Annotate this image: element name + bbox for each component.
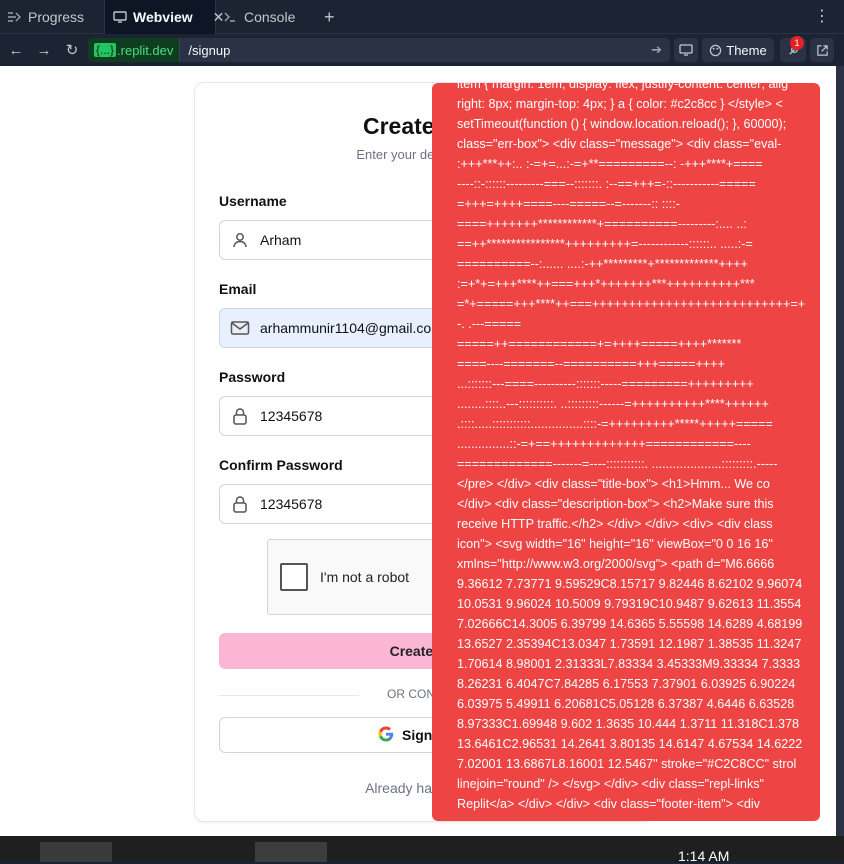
tab-webview[interactable]: Webview ✕: [104, 0, 224, 34]
user-icon: [220, 231, 260, 249]
username-value: Arham: [260, 232, 302, 248]
dev-host-chip[interactable]: {...} .replit.dev: [88, 38, 181, 62]
error-overlay: item { margin: 1em; display: flex; justi…: [432, 83, 820, 821]
error-line: ...............::-=+==+++++++++++++=====…: [457, 437, 751, 451]
error-line: ----::-::::::---------===--:::::::. :--=…: [457, 177, 756, 191]
error-line: ........::::..---::::::::::. ..:::::::::…: [457, 397, 769, 411]
tab-console-label: Console: [244, 9, 296, 25]
error-line: Replit</a> </div> </div> <div class="foo…: [457, 797, 760, 811]
error-line: ====+++++++************+==========------…: [457, 217, 747, 231]
palette-icon: [710, 44, 722, 56]
monitor-icon: [113, 9, 127, 25]
error-line: -. .---=====: [457, 317, 522, 331]
error-line: =+++=++++====----=====--=-------:: ::::-: [457, 197, 680, 211]
error-line: .::::.....:::::::::::...............::::…: [457, 417, 773, 431]
scrollbar[interactable]: [836, 66, 844, 836]
theme-button[interactable]: Theme: [702, 38, 774, 62]
open-new-window-button[interactable]: [810, 38, 834, 62]
error-line: 7.02001 13.6867L8.16001 12.5467" stroke=…: [457, 757, 797, 771]
add-tab-button[interactable]: +: [324, 7, 335, 28]
error-line: :+++***++:.. :-=+=...:-=+**=========--: …: [457, 157, 763, 171]
error-line: =====++============+=++++=====++++******…: [457, 337, 742, 351]
workspace-tab-bar: Progress Webview ✕ Console + ⋮: [0, 0, 844, 34]
error-line: 8.26231 6.4047C7.84285 6.17553 7.37901 6…: [457, 677, 796, 691]
error-line: 7.02666C14.3005 6.39799 14.6365 5.55598 …: [457, 617, 803, 631]
error-line: 13.6527 2.35394C13.0347 1.73591 12.1987 …: [457, 637, 802, 651]
notification-badge: 1: [790, 36, 804, 50]
error-line: =============-------=----:::::::::::. ..…: [457, 457, 778, 471]
error-line: linejoin="round" /> </svg> </div> <div c…: [457, 777, 765, 791]
tab-webview-label: Webview: [133, 9, 193, 25]
host-label: .replit.dev: [117, 42, 174, 58]
url-path-input[interactable]: /signup: [180, 43, 651, 58]
error-line: ====----=======--==========+++=====++++: [457, 357, 725, 371]
url-bar[interactable]: {...} .replit.dev /signup ➔: [88, 38, 670, 62]
password-value: 12345678: [260, 408, 323, 424]
go-arrow-icon[interactable]: ➔: [651, 42, 670, 58]
error-line: =*+=====+++****++===++++++++++++++++++++…: [457, 297, 806, 311]
error-line: icon"> <svg width="16" height="16" viewB…: [457, 537, 773, 551]
error-line: ==========--:...... ....:-++*********+**…: [457, 257, 748, 271]
recaptcha-label: I'm not a robot: [320, 569, 410, 585]
forward-icon[interactable]: →: [34, 40, 54, 60]
lock-icon: [220, 495, 260, 513]
error-line: 9.36612 7.73771 9.59529C8.15717 9.82446 …: [457, 577, 803, 591]
taskbar-chrome-icon[interactable]: [255, 842, 327, 862]
error-line: right: 8px; margin-top: 4px; } a { color…: [457, 97, 783, 111]
username-label: Username: [219, 193, 287, 209]
os-taskbar: 1:14 AM: [0, 836, 844, 864]
google-icon: [378, 726, 394, 745]
error-line: 13.6461C2.96531 14.2641 3.80135 14.6147 …: [457, 737, 803, 751]
confirm-password-value: 12345678: [260, 496, 323, 512]
webview-viewport: Create an a Enter your details to cre Us…: [0, 66, 836, 836]
error-line: 8.97333C1.69948 9.602 1.3635 10.444 1.37…: [457, 717, 799, 731]
error-line: item { margin: 1em; display: flex; justi…: [457, 83, 789, 91]
confirm-password-label: Confirm Password: [219, 457, 343, 473]
error-line: 10.0531 9.96024 10.5009 9.79319C10.9487 …: [457, 597, 802, 611]
screen-icon: [679, 44, 693, 56]
progress-icon: [6, 9, 22, 25]
error-source-text: item { margin: 1em; display: flex; justi…: [457, 83, 820, 814]
tab-progress-label: Progress: [28, 9, 85, 25]
mail-icon: [220, 320, 260, 336]
theme-label: Theme: [726, 42, 767, 58]
error-line: receive HTTP traffic.</h2> </div> </div>…: [457, 517, 773, 531]
more-options-icon[interactable]: ⋮: [814, 6, 830, 26]
error-line: xmlns="http://www.w3.org/2000/svg"> <pat…: [457, 557, 775, 571]
tab-console[interactable]: Console: [218, 0, 314, 34]
taskbar-app-icon[interactable]: [40, 842, 112, 862]
email-label: Email: [219, 281, 257, 297]
password-label: Password: [219, 369, 286, 385]
error-line: ...:::::::---====----------:::::::-----=…: [457, 377, 754, 391]
error-line: ==++****************+++++++++=----------…: [457, 237, 753, 251]
back-icon[interactable]: ←: [6, 40, 26, 60]
error-line: class="err-box"> <div class="message"> <…: [457, 137, 782, 151]
recaptcha-checkbox[interactable]: [280, 563, 308, 591]
tab-progress[interactable]: Progress: [6, 0, 102, 34]
terminal-icon: [222, 9, 238, 25]
error-line: </pre> </div> <div class="title-box"> <h…: [457, 477, 770, 491]
error-line: 6.03975 5.49911 6.20681C5.05128 6.37387 …: [457, 697, 795, 711]
lock-icon: [220, 407, 260, 425]
external-link-icon: [816, 44, 828, 56]
reload-icon[interactable]: ↻: [62, 40, 82, 60]
devices-button[interactable]: [674, 38, 698, 62]
error-line: 1.70614 8.98001 2.31333L7.83334 3.45333M…: [457, 657, 801, 671]
error-line: </div> <div class="description-box"> <h2…: [457, 497, 774, 511]
webview-toolbar: ← → ↻ {...} .replit.dev /signup ➔ Theme: [0, 34, 844, 66]
error-line: :=+*+=+++****++===+++*+++++++***++++++++…: [457, 277, 755, 291]
error-line: setTimeout(function () { window.location…: [457, 117, 787, 131]
email-value: arhammunir1104@gmail.co: [260, 320, 432, 336]
replit-brace-icon: {...}: [94, 43, 117, 57]
